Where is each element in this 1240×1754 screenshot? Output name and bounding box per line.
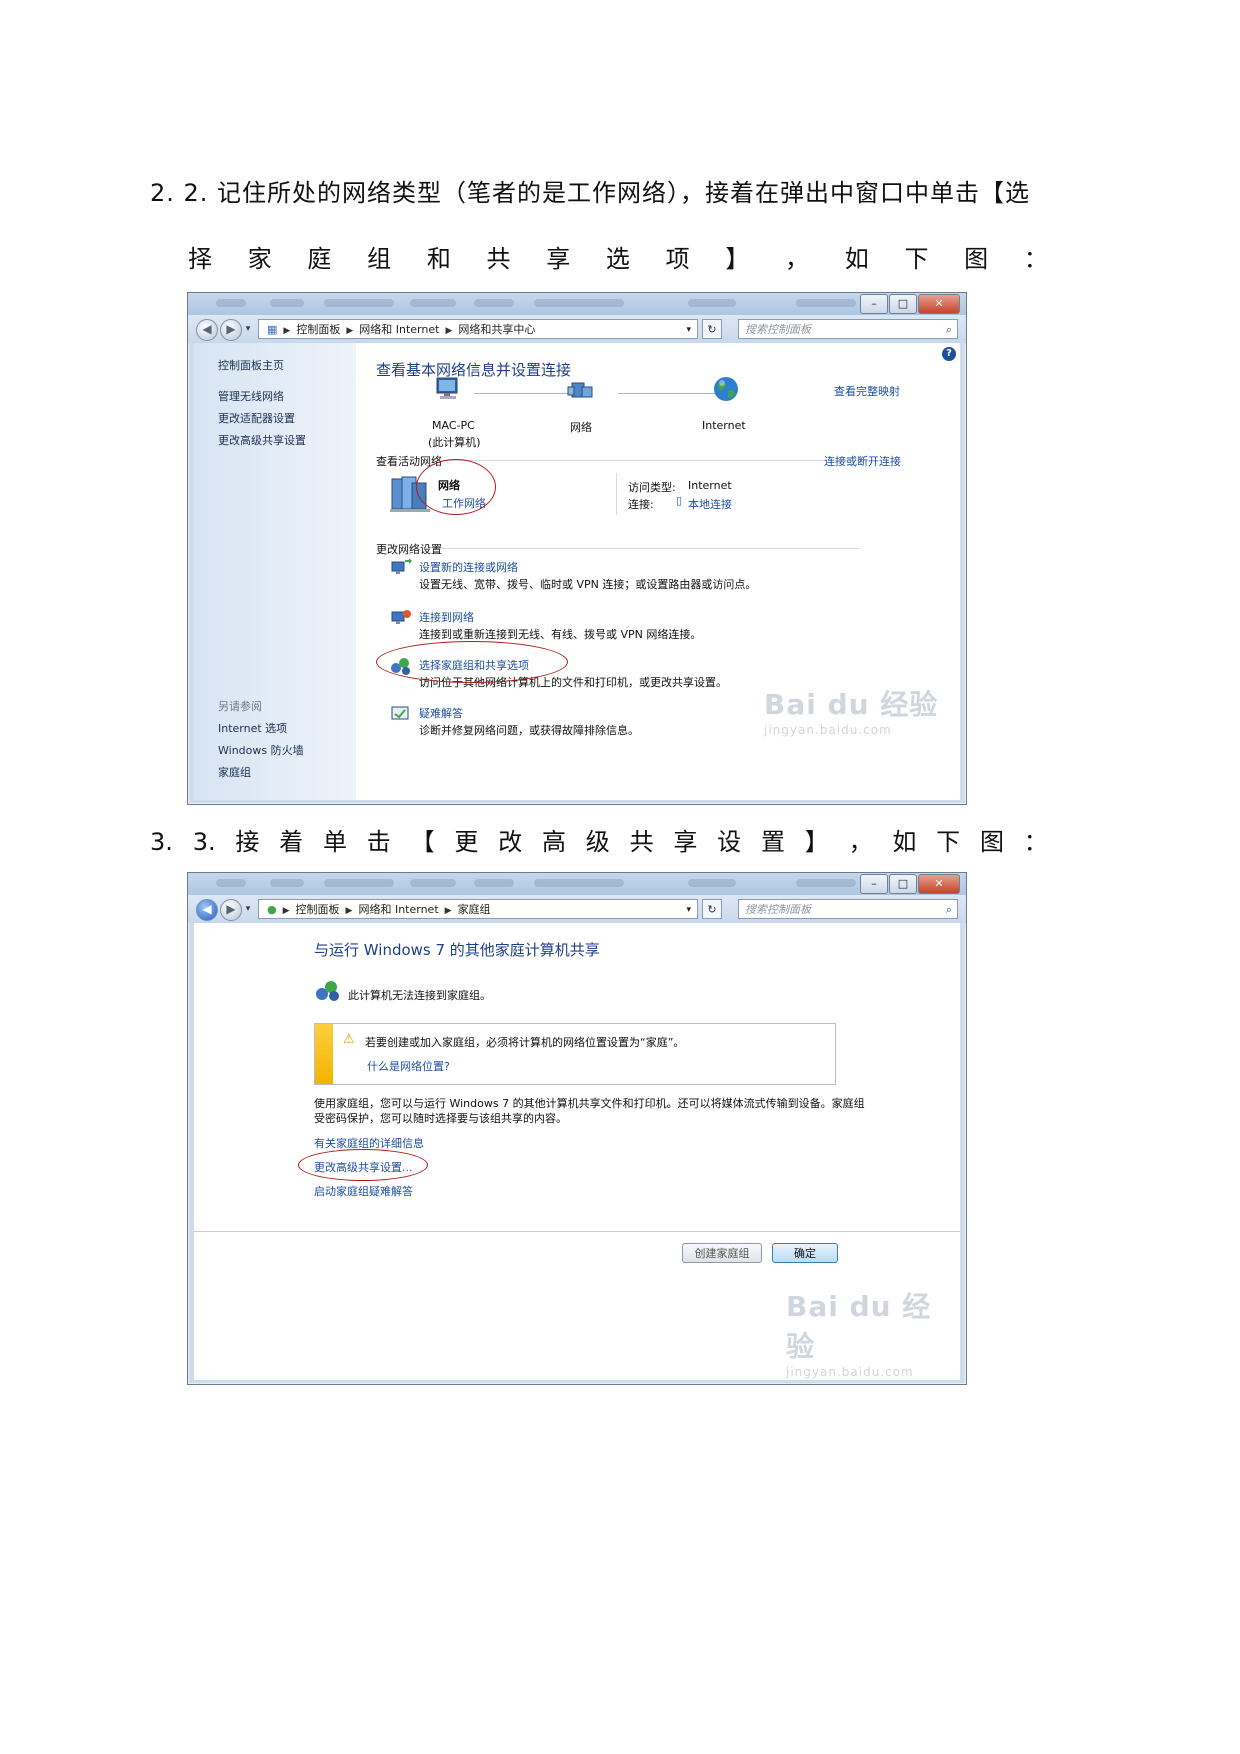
main-content: 与运行 Windows 7 的其他家庭计算机共享 此计算机无法连接到家庭组。 ⚠… xyxy=(194,923,960,1380)
breadcrumb-item[interactable]: 网络和 Internet xyxy=(358,903,438,916)
network-icon xyxy=(567,382,593,398)
task-troubleshoot-link[interactable]: 疑难解答 xyxy=(419,705,463,721)
breadcrumb-item[interactable]: 控制面板 xyxy=(296,903,340,916)
change-settings-label: 更改网络设置 xyxy=(376,543,442,556)
homegroup-troubleshoot-link[interactable]: 启动家庭组疑难解答 xyxy=(314,1183,413,1199)
forward-button[interactable]: ▶ xyxy=(220,899,242,921)
history-dropdown-icon[interactable]: ▾ xyxy=(241,319,255,339)
local-connection-link[interactable]: 本地连接 xyxy=(688,496,732,512)
homegroup-icon xyxy=(316,981,339,1001)
access-type-label: 访问类型: xyxy=(628,481,676,494)
control-panel-icon: ▦ xyxy=(267,323,278,336)
access-type-value: Internet xyxy=(688,479,732,492)
page-title: 与运行 Windows 7 的其他家庭计算机共享 xyxy=(314,941,600,959)
what-is-network-location-link[interactable]: 什么是网络位置? xyxy=(367,1058,450,1074)
forward-button[interactable]: ▶ xyxy=(220,319,242,341)
globe-icon xyxy=(714,377,738,401)
sidebar: 控制面板主页 管理无线网络 更改适配器设置 更改高级共享设置 另请参阅 Inte… xyxy=(194,343,356,800)
task-connect-network-desc: 连接到或重新连接到无线、有线、拨号或 VPN 网络连接。 xyxy=(419,628,702,641)
address-bar: ◀ ▶ ▾ ▦ ▶ 控制面板 ▶ 网络和 Internet ▶ 网络和共享中心 ▾ ↻ 搜索… xyxy=(188,315,966,343)
link-line xyxy=(618,393,722,394)
divider xyxy=(194,1231,960,1232)
address-bar: ◀ ▶ ▾ ● ▶ 控制面板 ▶ 网络和 Internet ▶ 家庭组 ▾ ↻ 搜索控制面板… xyxy=(188,895,966,923)
sidebar-item-home[interactable]: 控制面板主页 xyxy=(218,357,284,373)
title-bar: – □ ✕ xyxy=(188,293,966,315)
warning-box: ⚠ 若要创建或加入家庭组，必须将计算机的网络位置设置为“家庭”。 什么是网络位置… xyxy=(314,1023,836,1085)
close-button[interactable]: ✕ xyxy=(918,294,960,314)
view-full-map-link[interactable]: 查看完整映射 xyxy=(834,383,900,399)
task-setup-connection-link[interactable]: 设置新的连接或网络 xyxy=(419,559,518,575)
chevron-down-icon[interactable]: ▾ xyxy=(686,320,691,340)
node-internet-label: Internet xyxy=(702,419,746,432)
page-title: 查看基本网络信息并设置连接 xyxy=(376,361,572,379)
search-icon: ⌕ xyxy=(945,903,952,916)
warning-text: 若要创建或加入家庭组，必须将计算机的网络位置设置为“家庭”。 xyxy=(365,1036,685,1049)
task-troubleshoot-desc: 诊断并修复网络问题，或获得故障排除信息。 xyxy=(419,724,639,737)
divider xyxy=(440,460,860,461)
sidebar-item-adapter[interactable]: 更改适配器设置 xyxy=(218,410,295,426)
maximize-button[interactable]: □ xyxy=(889,294,917,314)
annotation-circle xyxy=(416,459,496,515)
baidu-watermark: Bai du 经验 jingyan.baidu.com xyxy=(764,688,939,737)
annotation-circle xyxy=(298,1149,428,1181)
ok-button[interactable]: 确定 xyxy=(772,1243,838,1263)
search-input[interactable]: 搜索控制面板 ⌕ xyxy=(738,319,958,339)
node-pc-label: MAC-PC xyxy=(432,419,475,432)
connect-network-icon xyxy=(391,610,411,624)
maximize-button[interactable]: □ xyxy=(889,874,917,894)
step-3-line-1: 3. 3. 接着单击【更改高级共享设置】，如下图： xyxy=(150,828,1048,856)
sidebar-item-advanced-sharing[interactable]: 更改高级共享设置 xyxy=(218,432,306,448)
connect-disconnect-link[interactable]: 连接或断开连接 xyxy=(824,453,901,469)
search-input[interactable]: 搜索控制面板 ⌕ xyxy=(738,899,958,919)
homegroup-window: – □ ✕ ◀ ▶ ▾ ● ▶ 控制面板 ▶ 网络和 Internet ▶ 家庭组 ▾ ↻ … xyxy=(187,872,967,1385)
search-icon: ⌕ xyxy=(945,323,952,336)
close-button[interactable]: ✕ xyxy=(918,874,960,894)
task-connect-network-link[interactable]: 连接到网络 xyxy=(419,609,474,625)
step-2-line-1: 2. 2. 记住所处的网络类型（笔者的是工作网络），接着在弹出中窗口中单击【选 xyxy=(150,179,1031,207)
local-connection-icon: ▯ xyxy=(676,494,683,507)
minimize-button[interactable]: – xyxy=(860,294,888,314)
refresh-button[interactable]: ↻ xyxy=(702,899,722,919)
sidebar-item-homegroup[interactable]: 家庭组 xyxy=(218,764,251,780)
breadcrumb[interactable]: ● ▶ 控制面板 ▶ 网络和 Internet ▶ 家庭组 ▾ xyxy=(258,899,698,919)
warning-bar xyxy=(315,1024,333,1084)
back-button[interactable]: ◀ xyxy=(196,899,218,921)
homegroup-description-1: 使用家庭组，您可以与运行 Windows 7 的其他计算机共享文件和打印机。还可… xyxy=(314,1097,865,1110)
title-bar: – □ ✕ xyxy=(188,873,966,895)
create-homegroup-button[interactable]: 创建家庭组 xyxy=(682,1243,762,1263)
network-sharing-center-window: – □ ✕ ◀ ▶ ▾ ▦ ▶ 控制面板 ▶ 网络和 Internet ▶ 网络和共享中心 … xyxy=(187,292,967,805)
main-content: ? 查看基本网络信息并设置连接 查看完整映射 MAC-PC (此计算机) 网络 … xyxy=(356,343,960,800)
divider xyxy=(440,548,860,549)
see-also-label: 另请参阅 xyxy=(218,700,262,713)
breadcrumb-item[interactable]: 网络和共享中心 xyxy=(458,323,535,336)
warning-icon: ⚠ xyxy=(343,1032,355,1047)
homegroup-status: 此计算机无法连接到家庭组。 xyxy=(348,989,491,1002)
task-setup-connection-desc: 设置无线、宽带、拨号、临时或 VPN 连接；或设置路由器或访问点。 xyxy=(419,578,757,591)
breadcrumb[interactable]: ▦ ▶ 控制面板 ▶ 网络和 Internet ▶ 网络和共享中心 ▾ xyxy=(258,319,698,339)
breadcrumb-item[interactable]: 网络和 Internet xyxy=(359,323,439,336)
history-dropdown-icon[interactable]: ▾ xyxy=(241,899,255,919)
annotation-circle xyxy=(376,641,568,683)
troubleshoot-icon xyxy=(391,706,409,720)
step-2-line-2: 择家庭组和共享选项】，如下图： xyxy=(188,245,1048,273)
breadcrumb-item[interactable]: 控制面板 xyxy=(296,323,340,336)
node-pc-sublabel: (此计算机) xyxy=(428,436,481,449)
baidu-watermark: Bai du 经验 jingyan.baidu.com xyxy=(786,1290,932,1379)
refresh-button[interactable]: ↻ xyxy=(702,319,722,339)
connection-label: 连接: xyxy=(628,498,654,511)
back-button[interactable]: ◀ xyxy=(196,319,218,341)
computer-icon xyxy=(436,377,458,399)
homegroup-description-2: 受密码保护，您可以随时选择要与该组共享的内容。 xyxy=(314,1112,567,1125)
help-icon[interactable]: ? xyxy=(942,347,956,361)
minimize-button[interactable]: – xyxy=(860,874,888,894)
node-network-label: 网络 xyxy=(570,421,592,434)
sidebar-item-wireless[interactable]: 管理无线网络 xyxy=(218,388,284,404)
divider xyxy=(616,473,617,515)
sidebar-item-firewall[interactable]: Windows 防火墙 xyxy=(218,742,304,758)
homegroup-small-icon: ● xyxy=(267,903,277,916)
chevron-down-icon[interactable]: ▾ xyxy=(686,900,691,920)
sidebar-item-internet-options[interactable]: Internet 选项 xyxy=(218,720,287,736)
breadcrumb-item[interactable]: 家庭组 xyxy=(458,903,491,916)
new-connection-icon xyxy=(391,558,412,574)
